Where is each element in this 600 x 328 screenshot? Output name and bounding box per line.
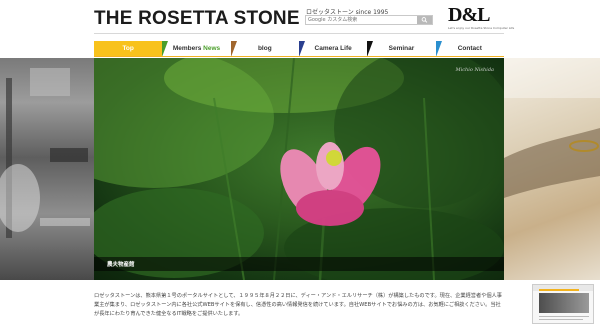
- brand-logo[interactable]: D&L Let's enjoy our Rosetta Stone Comput…: [448, 4, 515, 33]
- brand-logo-text: D&L: [448, 4, 490, 26]
- hero-photo: Michio Nishida: [94, 58, 504, 280]
- site-preview-thumbnail[interactable]: [532, 284, 594, 324]
- nav-item-label: Contact: [457, 45, 482, 52]
- left-side-photo: [0, 58, 94, 280]
- nav-item-camera-life[interactable]: Camera Life: [298, 41, 368, 56]
- search-icon: [421, 17, 428, 23]
- site-description: ロゼッタストーンは、熊本県第１号のポータルサイトとして、１９９５年８月２２日に、…: [94, 293, 502, 317]
- nav-item-seminar[interactable]: Seminar: [367, 41, 436, 56]
- nav-item-label: Camera Life: [314, 45, 352, 52]
- nav-item-contact[interactable]: Contact: [435, 41, 504, 56]
- search-box: [305, 15, 433, 25]
- nav-item-members-news[interactable]: Members News: [162, 41, 231, 56]
- header-divider: [94, 33, 504, 34]
- hero-caption: 農夫物産館: [107, 262, 135, 268]
- nav-item-top[interactable]: Top: [94, 41, 163, 56]
- hero-caption-bar: 農夫物産館: [94, 257, 504, 271]
- nav-item-label: Top: [122, 45, 134, 52]
- photo-credit: Michio Nishida: [455, 67, 494, 73]
- search-button[interactable]: [417, 16, 432, 24]
- site-title[interactable]: THE ROSETTA STONE: [94, 8, 300, 30]
- nav-item-label: Seminar: [388, 45, 415, 52]
- nav-item-label: blog: [257, 45, 272, 52]
- main-nav: Top Members News blog Camera Life Semina…: [94, 41, 504, 57]
- nav-item-label: Members News: [172, 45, 221, 52]
- brand-logo-subtitle: Let's enjoy our Rosetta Stone Computer L…: [448, 26, 515, 30]
- search-input[interactable]: [306, 16, 417, 24]
- right-side-photo: [504, 58, 600, 280]
- nav-item-blog[interactable]: blog: [230, 41, 299, 56]
